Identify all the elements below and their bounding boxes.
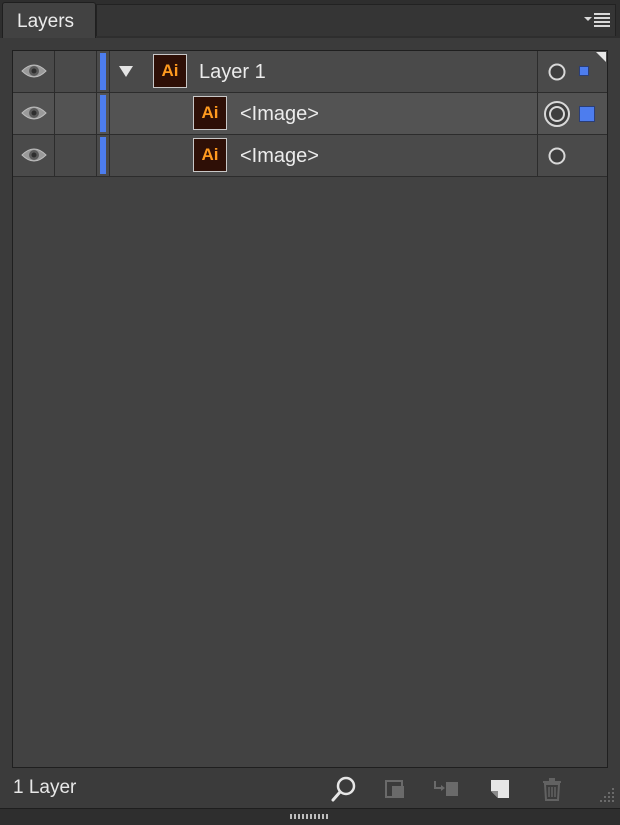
target-double-circle-icon[interactable] — [543, 100, 571, 128]
divider — [537, 51, 538, 92]
lock-toggle[interactable] — [55, 51, 97, 92]
layer-row[interactable]: Ai Layer 1 — [13, 51, 607, 93]
visibility-toggle[interactable] — [13, 135, 55, 176]
resize-grip-icon[interactable] — [598, 786, 616, 804]
selection-square-icon[interactable] — [579, 106, 595, 122]
divider — [537, 93, 538, 134]
layers-list: Ai Layer 1 Ai <Image> Ai <Image> — [12, 50, 608, 768]
divider — [109, 51, 110, 92]
drag-handle-icon[interactable] — [290, 814, 330, 819]
tab-label: Layers — [17, 11, 75, 32]
eye-icon — [21, 148, 47, 162]
layer-color-indicator — [100, 53, 106, 90]
layer-name[interactable]: <Image> — [240, 145, 319, 168]
lock-toggle[interactable] — [55, 135, 97, 176]
corner-indicator-icon — [596, 52, 606, 62]
panel-body: Ai Layer 1 Ai <Image> Ai <Image> — [0, 38, 620, 770]
layer-thumbnail: Ai — [153, 54, 187, 88]
thumbnail-label: Ai — [201, 103, 219, 122]
eye-icon — [21, 64, 47, 78]
layer-row[interactable]: Ai <Image> — [13, 135, 607, 177]
layer-name[interactable]: Layer 1 — [199, 61, 266, 84]
target-circle-icon[interactable] — [547, 146, 567, 166]
layer-color-indicator — [100, 95, 106, 132]
layer-color-indicator — [100, 137, 106, 174]
delete-layer-icon[interactable] — [538, 775, 566, 803]
layer-thumbnail: Ai — [193, 138, 227, 172]
locate-object-icon[interactable] — [330, 775, 358, 803]
make-clipping-mask-icon[interactable] — [382, 775, 410, 803]
panel-footer: 1 Layer — [0, 770, 620, 808]
layer-thumbnail: Ai — [193, 96, 227, 130]
divider — [109, 93, 110, 134]
create-sublayer-icon[interactable] — [432, 775, 460, 803]
layers-panel: Layers Ai Layer 1 Ai <Image> Ai <Image> … — [0, 0, 620, 825]
panel-resize-bar[interactable] — [0, 808, 620, 825]
target-circle-icon[interactable] — [547, 62, 567, 82]
panel-tab-bar: Layers — [0, 0, 620, 39]
thumbnail-label: Ai — [161, 61, 179, 80]
visibility-toggle[interactable] — [13, 51, 55, 92]
create-new-layer-icon[interactable] — [486, 775, 514, 803]
divider — [109, 135, 110, 176]
tab-bar-fill — [96, 4, 616, 36]
layer-name[interactable]: <Image> — [240, 103, 319, 126]
eye-icon — [21, 106, 47, 120]
divider — [537, 135, 538, 176]
panel-menu-icon[interactable] — [584, 10, 612, 30]
lock-toggle[interactable] — [55, 93, 97, 134]
tab-layers[interactable]: Layers — [2, 2, 96, 38]
layer-count: 1 Layer — [13, 777, 77, 798]
disclosure-triangle-icon[interactable] — [119, 66, 133, 77]
visibility-toggle[interactable] — [13, 93, 55, 134]
selection-square-icon[interactable] — [579, 66, 589, 76]
thumbnail-label: Ai — [201, 145, 219, 164]
layer-row[interactable]: Ai <Image> — [13, 93, 607, 135]
